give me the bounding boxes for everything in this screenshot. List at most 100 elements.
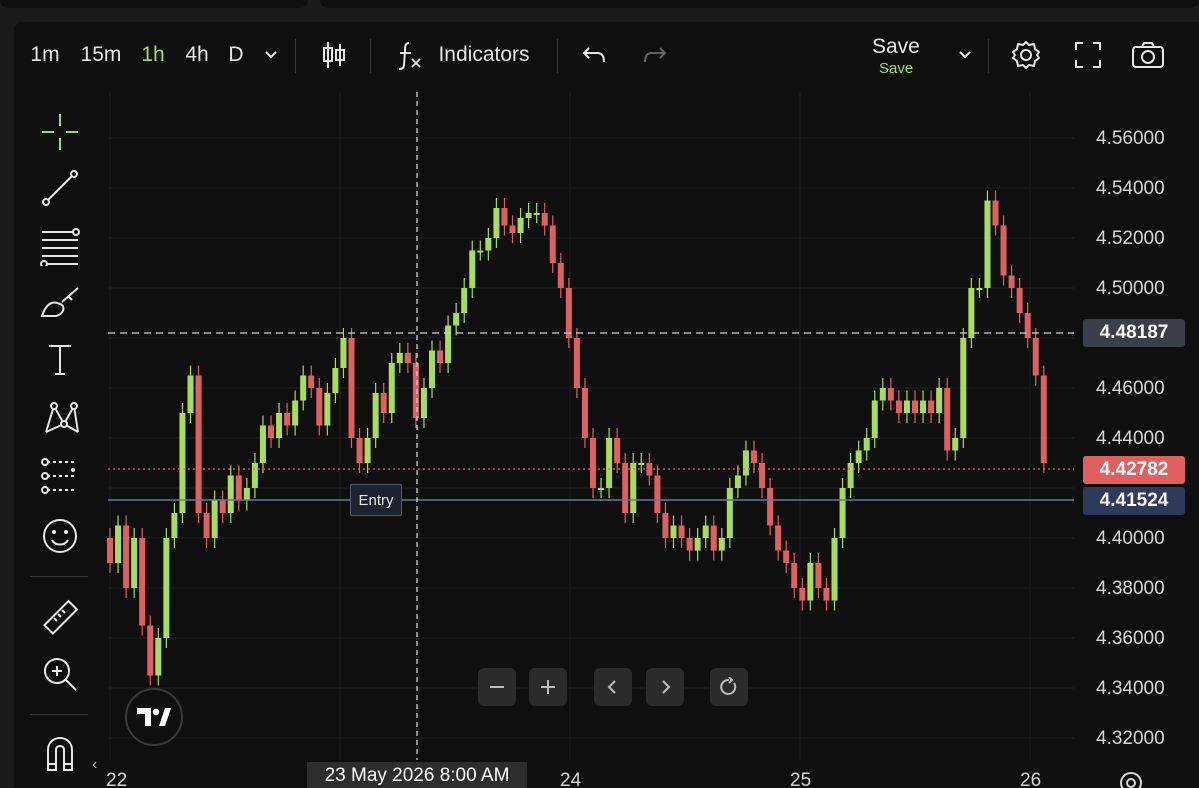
candle-body — [718, 538, 725, 551]
candle-body — [734, 475, 741, 488]
candle-body — [123, 525, 130, 588]
candle-body — [147, 625, 154, 676]
entry-label[interactable]: Entry — [350, 484, 402, 516]
candle-body — [1024, 313, 1031, 338]
price-label: 4.38000 — [1096, 578, 1165, 599]
candle-body — [477, 250, 484, 253]
reference-price-tag: 4.48187 — [1083, 319, 1185, 347]
candle-body — [380, 393, 387, 413]
candle-body — [437, 350, 444, 363]
candle-body — [372, 393, 379, 438]
candle-body — [678, 525, 685, 538]
candle-body — [944, 388, 951, 451]
candle-body — [525, 213, 532, 218]
candle-body — [501, 208, 508, 226]
candle-body — [469, 250, 476, 288]
candle-body — [799, 588, 806, 601]
candle-body — [791, 563, 798, 588]
candle-body — [694, 538, 701, 551]
reset-button[interactable] — [710, 668, 748, 706]
candle-body — [259, 425, 266, 463]
candle-body — [420, 388, 427, 418]
candle-body — [928, 400, 935, 413]
candle-body — [903, 400, 910, 413]
candle-body — [171, 513, 178, 538]
candle-body — [300, 375, 307, 401]
crosshair-time-label: 23 May 2026 8:00 AM — [307, 762, 527, 788]
reset-icon — [720, 677, 737, 695]
candle-body — [1008, 275, 1015, 288]
candle-body — [598, 488, 605, 490]
time-label: 26 — [1020, 770, 1042, 788]
candle-body — [992, 200, 999, 226]
candle-body — [332, 368, 339, 393]
candle-body — [654, 475, 661, 513]
candle-body — [316, 388, 323, 426]
scroll-right-button[interactable] — [646, 668, 684, 706]
candle-body — [807, 563, 814, 601]
candle-body — [887, 388, 894, 401]
candle-body — [324, 393, 331, 426]
tradingview-logo[interactable] — [125, 688, 183, 746]
price-label: 4.32000 — [1096, 728, 1165, 749]
candle-body — [179, 413, 186, 513]
price-label: 4.50000 — [1096, 278, 1165, 299]
candle-body — [396, 353, 403, 363]
candle-body — [855, 450, 862, 463]
candle-body — [195, 375, 202, 513]
price-label: 4.54000 — [1096, 178, 1165, 199]
zoom-plus-button[interactable] — [529, 668, 567, 706]
zoom-plus-icon — [541, 680, 555, 694]
candle-body — [742, 450, 749, 476]
candle-body — [163, 538, 170, 638]
time-label: 22 — [106, 770, 128, 788]
candle-body — [710, 525, 717, 551]
candle-body — [622, 463, 629, 513]
candle-body — [1040, 375, 1047, 463]
scroll-left-button[interactable] — [594, 668, 632, 706]
price-label: 4.46000 — [1096, 378, 1165, 399]
candle-body — [485, 238, 492, 251]
candle-body — [533, 213, 540, 215]
candle-body — [960, 338, 967, 438]
axis-settings-icon[interactable] — [1118, 770, 1144, 788]
candle-body — [920, 400, 927, 413]
candle-body — [557, 263, 564, 288]
price-label: 4.44000 — [1096, 428, 1165, 449]
candle-body — [308, 375, 315, 388]
candle-body — [388, 363, 395, 413]
candle-body — [131, 538, 138, 588]
scroll-right-icon — [662, 680, 671, 694]
candle-body — [702, 525, 709, 538]
candle-body — [638, 463, 645, 465]
last-price-tag: 4.42782 — [1083, 456, 1185, 484]
candle-body — [429, 350, 435, 388]
candle-body — [541, 213, 548, 226]
candle-body — [187, 375, 194, 413]
candle-body — [751, 450, 757, 463]
candle-body — [879, 388, 886, 401]
candle-body — [912, 400, 918, 413]
candle-body — [348, 338, 355, 438]
top-strip-right — [320, 0, 1199, 8]
candle-body — [412, 363, 419, 418]
candle-body — [783, 550, 790, 563]
candle-body — [630, 463, 637, 513]
candle-body — [461, 288, 468, 313]
candle-body — [235, 475, 242, 501]
candle-body — [493, 208, 500, 238]
time-label: 25 — [790, 770, 812, 788]
candle-body — [839, 488, 846, 538]
price-label: 4.34000 — [1096, 678, 1165, 699]
candle-body — [1032, 338, 1039, 376]
candle-body — [340, 338, 347, 368]
candle-body — [203, 513, 210, 538]
candle-body — [268, 425, 274, 438]
candle-body — [227, 475, 234, 513]
candle-body — [509, 225, 516, 233]
candle-body — [775, 525, 782, 551]
zoom-out-button[interactable] — [478, 668, 516, 706]
chart-panel: 1m 15m 1h 4h D Indicators Save Save ‹ En… — [14, 22, 1199, 788]
candle-body — [155, 638, 162, 676]
candle-body — [662, 513, 669, 538]
